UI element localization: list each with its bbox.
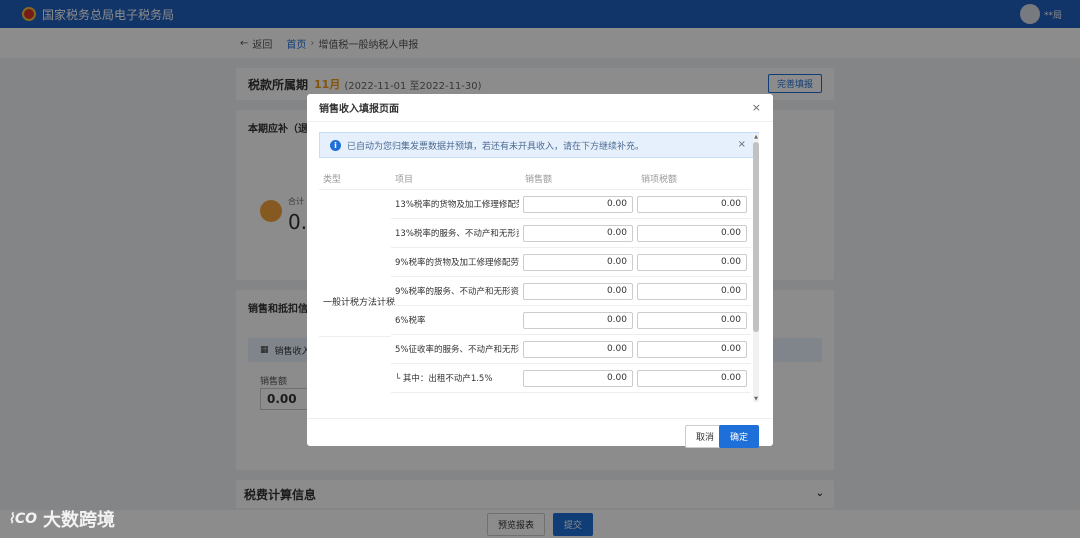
table-header: 类型 项目 销售额 销项税额 xyxy=(319,168,751,190)
scroll-thumb[interactable] xyxy=(753,142,759,332)
info-icon: i xyxy=(330,139,341,151)
sales-input[interactable]: 0.00 xyxy=(523,311,633,329)
col-sales: 销售额 xyxy=(525,175,553,185)
watermark: ⌇CO 大数跨境 xyxy=(8,506,115,532)
table-row: 6%税率 0.00 0.00 xyxy=(391,306,751,335)
row-item: 13%税率的服务、不动产和无形资产 xyxy=(395,229,519,239)
table-row: 5%征收率的服务、不动产和无形资产 0.00 0.00 xyxy=(391,335,751,364)
scroll-down-icon[interactable]: ▼ xyxy=(753,396,759,402)
col-output-tax: 销项税额 xyxy=(641,175,678,185)
sales-input[interactable]: 0.00 xyxy=(523,282,633,300)
confirm-button[interactable]: 确定 xyxy=(718,425,759,448)
col-item: 项目 xyxy=(395,175,414,185)
type-general-label: 一般计税方法计税 xyxy=(323,298,396,308)
sales-table: 类型 项目 销售额 销项税额 一般计税方法计税 13%税率的货物及加工修理修配劳… xyxy=(319,168,751,393)
sales-input[interactable]: 0.00 xyxy=(523,369,633,387)
row-item: 13%税率的货物及加工修理修配劳务 xyxy=(395,200,519,210)
modal-header: 销售收入填报页面 xyxy=(307,94,773,122)
modal-footer: 取消 确定 xyxy=(307,418,773,448)
table-row: 9%税率的服务、不动产和无形资产 0.00 0.00 xyxy=(391,277,751,306)
row-item: 5%征收率的服务、不动产和无形资产 xyxy=(395,345,519,355)
notice-text: 已自动为您归集发票数据并预填，若还有未开具收入，请在下方继续补充。 xyxy=(347,141,645,152)
modal-title: 销售收入填报页面 xyxy=(319,104,399,115)
sales-income-modal: 销售收入填报页面 × i 已自动为您归集发票数据并预填，若还有未开具收入，请在下… xyxy=(307,94,773,448)
tax-input[interactable]: 0.00 xyxy=(637,253,747,271)
row-item: 9%税率的货物及加工修理修配劳务 xyxy=(395,258,519,268)
type-divider xyxy=(319,336,391,337)
row-item: 6%税率 xyxy=(395,316,426,326)
notice-close-icon[interactable]: × xyxy=(738,139,746,150)
tax-input[interactable]: 0.00 xyxy=(637,195,747,213)
table-row: 9%税率的货物及加工修理修配劳务 0.00 0.00 xyxy=(391,248,751,277)
sales-input[interactable]: 0.00 xyxy=(523,253,633,271)
row-item: └ 其中：出租不动产1.5% xyxy=(395,374,493,384)
modal-body: i 已自动为您归集发票数据并预填，若还有未开具收入，请在下方继续补充。 × 类型… xyxy=(319,132,759,402)
modal-scrollbar[interactable]: ▲ ▼ xyxy=(753,134,759,402)
sales-input[interactable]: 0.00 xyxy=(523,224,633,242)
tax-input[interactable]: 0.00 xyxy=(637,224,747,242)
close-icon[interactable]: × xyxy=(752,101,761,114)
tax-input[interactable]: 0.00 xyxy=(637,311,747,329)
info-notice: i 已自动为您归集发票数据并预填，若还有未开具收入，请在下方继续补充。 × xyxy=(319,132,759,158)
col-type: 类型 xyxy=(323,175,342,185)
table-row: 13%税率的服务、不动产和无形资产 0.00 0.00 xyxy=(391,219,751,248)
sales-input[interactable]: 0.00 xyxy=(523,340,633,358)
watermark-text: 大数跨境 xyxy=(43,510,116,531)
tax-input[interactable]: 0.00 xyxy=(637,340,747,358)
tax-input[interactable]: 0.00 xyxy=(637,369,747,387)
table-row: 13%税率的货物及加工修理修配劳务 0.00 0.00 xyxy=(391,190,751,219)
scroll-up-icon[interactable]: ▲ xyxy=(753,134,759,140)
sales-input[interactable]: 0.00 xyxy=(523,195,633,213)
table-row: └ 其中：出租不动产1.5% 0.00 0.00 xyxy=(391,364,751,393)
row-item: 9%税率的服务、不动产和无形资产 xyxy=(395,287,519,297)
watermark-logo-icon: ⌇CO xyxy=(8,511,38,527)
tax-input[interactable]: 0.00 xyxy=(637,282,747,300)
